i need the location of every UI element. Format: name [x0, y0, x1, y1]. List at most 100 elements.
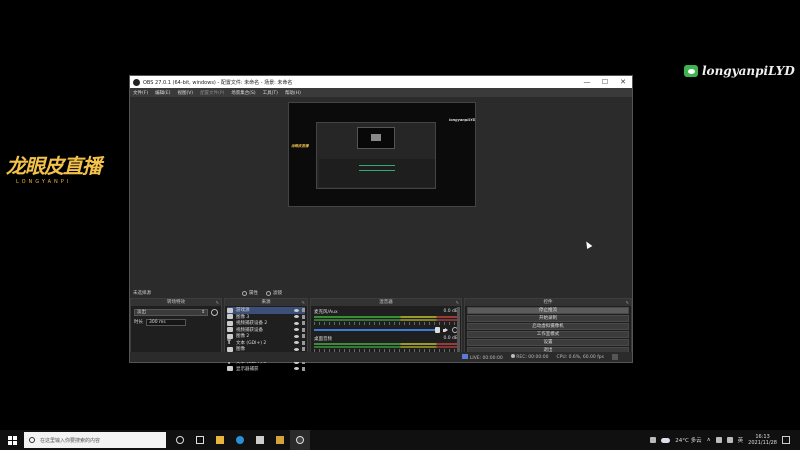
mixer-track: 麦克风/Aux 0.0 dB — [314, 309, 458, 333]
settings-button[interactable]: 设置 — [467, 339, 629, 346]
eye-icon[interactable] — [294, 334, 299, 338]
notification-icon[interactable] — [782, 436, 790, 444]
source-item[interactable]: 显示器捕获 — [227, 366, 305, 373]
menu-view[interactable]: 视图(V) — [177, 90, 193, 96]
resize-grip-icon[interactable] — [612, 354, 618, 360]
folder-icon[interactable] — [270, 430, 290, 450]
start-button[interactable] — [0, 430, 24, 450]
preview-canvas[interactable]: 龙眼皮直播 longyanpiLYD — [288, 102, 476, 207]
tray-chevron-icon[interactable]: ∧ — [707, 437, 711, 443]
menu-tools[interactable]: 工具(T) — [263, 90, 278, 96]
search-placeholder: 在这里输入你要搜索的内容 — [40, 437, 101, 444]
lock-icon[interactable] — [302, 340, 305, 345]
eye-icon[interactable] — [294, 341, 299, 345]
obs-titlebar: OBS 27.0.1 (64-bit, windows) - 配置文件: 未命名… — [130, 76, 632, 88]
clock-date: 2021/11/28 — [748, 440, 777, 446]
properties-button[interactable]: 属性 — [242, 290, 258, 296]
volume-meter — [314, 319, 458, 321]
start-virtual-camera-button[interactable]: 启动虚拟摄像机 — [467, 323, 629, 330]
cortana-icon[interactable] — [170, 430, 190, 450]
source-item[interactable]: 图像 2 — [227, 333, 305, 340]
volume-meter — [314, 316, 458, 318]
menu-help[interactable]: 帮助(H) — [285, 90, 301, 96]
weather-text[interactable]: 24°C 多云 — [675, 436, 701, 444]
source-item[interactable]: T 文本 (GDI+) 2 — [227, 340, 305, 347]
lock-icon[interactable] — [302, 314, 305, 319]
person-icon[interactable] — [650, 437, 657, 443]
brand-logo-sub: LONGYANPI — [16, 179, 72, 185]
edge-icon[interactable] — [230, 430, 250, 450]
task-view-icon[interactable] — [190, 430, 210, 450]
menu-profile[interactable]: 配置文件(P) — [200, 90, 224, 96]
weather-icon — [661, 437, 671, 443]
volume-icon[interactable] — [726, 437, 733, 443]
wechat-icon — [684, 65, 698, 77]
ime-indicator[interactable]: 英 — [738, 436, 744, 444]
obs-title: OBS 27.0.1 (64-bit, windows) - 配置文件: 未命名… — [143, 79, 293, 86]
obs-app-icon — [133, 78, 140, 86]
source-item[interactable]: 视频捕获设备 2 — [227, 320, 305, 327]
source-item[interactable]: 游戏源 — [227, 307, 305, 314]
taskbar-search[interactable]: 在这里输入你要搜索的内容 — [24, 432, 166, 448]
dock-pin-icon: ✎ — [625, 300, 629, 305]
live-icon — [462, 353, 469, 359]
eye-icon[interactable] — [294, 328, 299, 332]
network-icon[interactable] — [715, 437, 722, 443]
eye-icon[interactable] — [294, 367, 299, 371]
lock-icon[interactable] — [302, 321, 305, 326]
preview-recursive-window — [316, 122, 436, 189]
status-bar: LIVE: 00:00:00 REC: 00:00:00 CPU: 0.6%, … — [130, 352, 632, 362]
source-item[interactable]: 视频捕获设备 — [227, 327, 305, 334]
eye-icon[interactable] — [294, 315, 299, 319]
file-explorer-icon[interactable] — [210, 430, 230, 450]
transition-gear-icon[interactable] — [211, 308, 218, 316]
lock-icon[interactable] — [302, 366, 305, 371]
obs-taskbar-icon[interactable] — [290, 430, 310, 450]
preview-brand-logo: 龙眼皮直播 — [291, 144, 309, 148]
store-icon[interactable] — [250, 430, 270, 450]
mixer-scrollbar[interactable] — [457, 307, 460, 357]
lock-icon[interactable] — [302, 327, 305, 332]
game-icon — [227, 307, 233, 313]
menu-scene-collection[interactable]: 场景集合(S) — [231, 90, 255, 96]
eye-icon[interactable] — [294, 321, 299, 325]
transition-select-row: 淡出 ⇕ — [134, 308, 218, 316]
slider-handle[interactable] — [435, 327, 440, 333]
source-item[interactable]: 图像 3 — [227, 314, 305, 321]
dock-pin-icon: ✎ — [301, 300, 305, 305]
speaker-icon[interactable] — [443, 327, 449, 333]
duration-input[interactable]: 300 ms — [146, 318, 186, 326]
lock-icon[interactable] — [302, 334, 305, 339]
image-icon — [227, 346, 233, 352]
lock-icon[interactable] — [302, 347, 305, 352]
menu-file[interactable]: 文件(F) — [133, 90, 148, 96]
wechat-badge: longyanpiLYD — [684, 63, 795, 79]
source-item-label: 视频捕获设备 2 — [236, 321, 268, 327]
clock[interactable]: 16:13 2021/11/28 — [748, 434, 777, 446]
eye-icon[interactable] — [294, 347, 299, 351]
monitor-icon — [227, 366, 233, 372]
eye-icon[interactable] — [294, 308, 299, 312]
source-item-label: 视频捕获设备 — [236, 327, 263, 333]
stop-streaming-button[interactable]: 停止推流 — [467, 307, 629, 314]
volume-slider[interactable] — [314, 327, 440, 333]
maximize-button[interactable]: ☐ — [596, 76, 614, 88]
rec-status: REC: 00:00:00 — [510, 354, 549, 360]
studio-mode-button[interactable]: 工作室模式 — [467, 331, 629, 338]
menu-edit[interactable]: 编辑(E) — [155, 90, 170, 96]
record-icon — [510, 354, 515, 358]
minimize-button[interactable]: — — [578, 76, 596, 88]
volume-meter — [314, 346, 458, 348]
transition-select[interactable]: 淡出 ⇕ — [134, 308, 208, 316]
filters-button[interactable]: 滤镜 — [266, 290, 282, 296]
chevron-down-icon: ⇕ — [201, 309, 205, 315]
search-icon — [29, 437, 35, 443]
live-status: LIVE: 00:00:00 — [462, 353, 503, 361]
dock-pin-icon: ✎ — [215, 300, 219, 305]
lock-icon[interactable] — [302, 308, 305, 313]
meter-ticks — [314, 322, 458, 325]
close-button[interactable]: ✕ — [614, 76, 632, 88]
wechat-handle: longyanpiLYD — [702, 64, 795, 78]
start-recording-button[interactable]: 开始录制 — [467, 315, 629, 322]
windows-taskbar: 在这里输入你要搜索的内容 24°C 多云 ∧ 英 16:13 2021/11/2… — [0, 430, 800, 450]
